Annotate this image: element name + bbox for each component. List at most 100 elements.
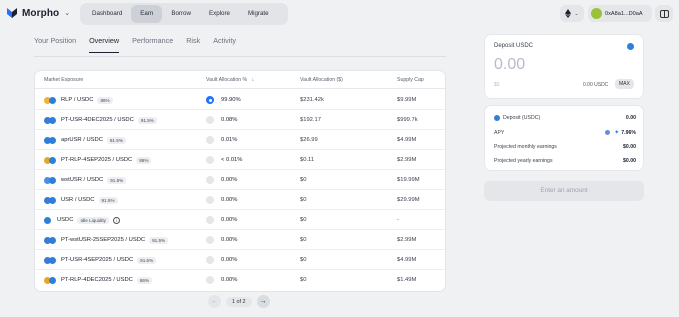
next-page-button[interactable]: → — [256, 295, 270, 308]
header-market-exposure[interactable]: Market Exposure — [44, 77, 83, 83]
summary-monthly-row: Projected monthly earnings $0.00 — [494, 144, 636, 150]
nav-earn[interactable]: Earn — [131, 5, 163, 23]
wallet-button[interactable]: 0xA8a1...D0aA — [588, 5, 652, 22]
allocation-radio[interactable] — [206, 236, 214, 244]
usdc-icon — [49, 136, 56, 144]
market-cell: RLP / USDC 86% — [44, 90, 113, 110]
supply-cap-cell: $29.99M — [397, 197, 420, 203]
network-selector[interactable]: ⌄ — [560, 5, 584, 22]
supply-cap-cell: $4.99M — [397, 137, 417, 143]
toggle-sidebar-button[interactable] — [655, 5, 673, 22]
info-icon[interactable]: i — [112, 216, 120, 224]
enter-amount-button[interactable]: Enter an amount — [484, 181, 644, 201]
table-row[interactable]: PT-wstUSR-25SEP2025 / USDC 91.5% 0.00% $… — [35, 230, 445, 250]
market-name: PT-USR-4SEP2025 / USDC — [61, 257, 134, 263]
allocation-radio[interactable] — [206, 256, 214, 264]
allocation-pct: 0.08% — [221, 117, 238, 123]
table-row[interactable]: PT-RLP-4DEC2025 / USDC 86% 0.00% $0 $1.4… — [35, 270, 445, 290]
supply-cap-cell: $4.99M — [397, 257, 417, 263]
allocation-radio[interactable] — [206, 276, 214, 284]
tab-your-position[interactable]: Your Position — [34, 36, 76, 53]
summary-apy-value: 7.96% — [621, 129, 636, 136]
market-cell: PT-USR-4SEP2025 / USDC 91.5% — [44, 250, 157, 270]
nav-explore[interactable]: Explore — [200, 5, 239, 23]
allocation-radio[interactable] — [206, 156, 214, 164]
tab-risk[interactable]: Risk — [186, 36, 200, 53]
deposit-amount-input[interactable]: 0.00 — [494, 56, 525, 74]
nav-migrate[interactable]: Migrate — [239, 5, 278, 23]
lltv-badge: Idle Liquidity — [77, 216, 109, 224]
header-vault-allocation-pct[interactable]: Vault Allocation % ↓ — [206, 77, 254, 83]
logo-text: Morpho — [22, 7, 60, 19]
market-name: PT-USR-4DEC2025 / USDC — [61, 117, 134, 123]
chevron-down-icon[interactable]: ⌄ — [64, 9, 70, 17]
allocation-pct-cell: 0.00% — [206, 230, 237, 250]
sidebar-panel-icon — [659, 9, 669, 18]
prev-page-button[interactable]: ← — [208, 295, 221, 308]
market-name: USDC — [57, 217, 74, 223]
allocation-usd-cell: $192.17 — [300, 117, 321, 123]
table-row[interactable]: aprUSR / USDC 91.5% 0.01% $26.99 $4.99M — [35, 130, 445, 150]
allocation-radio[interactable] — [206, 196, 214, 204]
allocation-pct: 99.90% — [221, 97, 241, 103]
wallet-address: 0xA8a1...D0aA — [605, 10, 643, 17]
sort-arrow-down-icon[interactable]: ↓ — [252, 77, 255, 83]
max-button[interactable]: MAX — [615, 79, 634, 89]
allocation-pct: 0.00% — [221, 217, 238, 223]
allocation-pct-cell: 0.00% — [206, 210, 237, 230]
supply-cap-cell: $999.7k — [397, 117, 418, 123]
supply-cap-cell: $2.99M — [397, 237, 417, 243]
usdc-icon — [49, 96, 56, 104]
chevron-down-icon: ⌄ — [574, 10, 579, 17]
nav-borrow[interactable]: Borrow — [162, 5, 200, 23]
allocation-radio[interactable] — [206, 136, 214, 144]
summary-deposit-row: Deposit (USDC) 0.00 — [494, 115, 636, 121]
table-row[interactable]: USDC Idle Liquidity i 0.00% $0 - — [35, 210, 445, 230]
table-row[interactable]: wstUSR / USDC 91.5% 0.00% $0 $19.99M — [35, 170, 445, 190]
allocation-radio[interactable] — [206, 116, 214, 124]
allocation-usd-cell: $0 — [300, 177, 307, 183]
market-name: wstUSR / USDC — [61, 177, 104, 183]
allocation-usd-cell: $0 — [300, 197, 307, 203]
tab-performance[interactable]: Performance — [132, 36, 173, 53]
header-supply-cap[interactable]: Supply Cap — [397, 77, 424, 83]
top-bar: Morpho ⌄ Dashboard Earn Borrow Explore M… — [0, 0, 679, 28]
deposit-summary-card: Deposit (USDC) 0.00 APY ✦ 7.96% Projecte… — [484, 105, 644, 171]
main-nav: Dashboard Earn Borrow Explore Migrate — [80, 3, 288, 25]
vault-tabs: Your Position Overview Performance Risk … — [34, 36, 249, 53]
tab-activity[interactable]: Activity — [213, 36, 236, 53]
allocation-radio[interactable] — [206, 216, 214, 224]
logo[interactable]: Morpho ⌄ — [6, 7, 70, 19]
supply-cap-cell: - — [397, 217, 399, 223]
allocation-usd-cell: $26.99 — [300, 137, 318, 143]
allocation-usd-cell: $0 — [300, 217, 307, 223]
lltv-badge: 86% — [136, 156, 152, 164]
table-row[interactable]: PT-USR-4DEC2025 / USDC 91.5% 0.08% $192.… — [35, 110, 445, 130]
market-cell: PT-USR-4DEC2025 / USDC 91.5% — [44, 110, 157, 130]
market-name: RLP / USDC — [61, 97, 94, 103]
summary-deposit-label: Deposit (USDC) — [503, 115, 541, 121]
usdc-icon — [49, 176, 56, 184]
lltv-badge: 91.5% — [107, 176, 127, 184]
allocation-radio[interactable] — [206, 96, 214, 104]
market-cell: USDC Idle Liquidity i — [44, 210, 120, 230]
table-row[interactable]: RLP / USDC 86% 99.90% $231.42k $9.99M — [35, 90, 445, 110]
allocation-radio[interactable] — [206, 176, 214, 184]
header-vault-allocation-usd[interactable]: Vault Allocation ($) — [300, 77, 343, 83]
table-header: Market Exposure Vault Allocation % ↓ Vau… — [35, 71, 445, 89]
allocation-pct: < 0.01% — [221, 157, 243, 163]
table-row[interactable]: PT-USR-4SEP2025 / USDC 91.5% 0.00% $0 $4… — [35, 250, 445, 270]
lltv-badge: 91.5% — [137, 116, 157, 124]
market-name: PT-wstUSR-25SEP2025 / USDC — [61, 237, 146, 243]
tab-overview[interactable]: Overview — [89, 36, 120, 53]
nav-dashboard[interactable]: Dashboard — [83, 5, 131, 23]
table-row[interactable]: PT-RLP-4SEP2025 / USDC 86% < 0.01% $0.11… — [35, 150, 445, 170]
wallet-balance: 0.00 USDC — [583, 82, 609, 88]
summary-yearly-value: $0.00 — [623, 158, 636, 164]
table-row[interactable]: USR / USDC 91.5% 0.00% $0 $29.99M — [35, 190, 445, 210]
allocation-usd-cell: $0 — [300, 257, 307, 263]
market-name: aprUSR / USDC — [61, 137, 103, 143]
rewards-icon[interactable] — [605, 130, 611, 135]
market-cell: USR / USDC 91.5% — [44, 190, 118, 210]
market-cell: wstUSR / USDC 91.5% — [44, 170, 127, 190]
